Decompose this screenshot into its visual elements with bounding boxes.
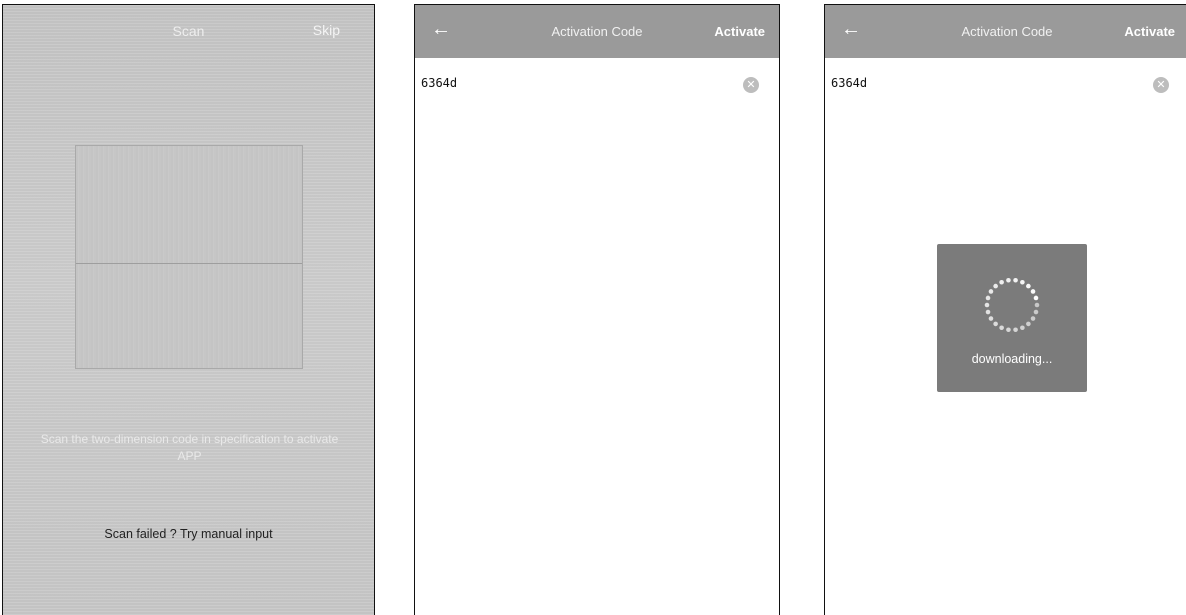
scan-hint-text: Scan the two-dimension code in specifica… (40, 432, 339, 463)
activation-code-input[interactable] (421, 76, 721, 90)
spinner-dot (993, 283, 998, 289)
spinner-dot (1006, 277, 1011, 283)
loading-text: downloading... (971, 352, 1053, 366)
spinner-dot (1034, 302, 1040, 308)
activation-header: ← Activation Code Activate (825, 5, 1186, 58)
spinner-dot (999, 325, 1004, 331)
spinner-dot (1026, 283, 1031, 289)
spinner-dot (984, 302, 990, 308)
spinner-dot (985, 295, 991, 301)
spinner-dot (988, 316, 994, 321)
spinner-dot (1020, 325, 1025, 331)
spinner-dot (1013, 327, 1018, 333)
spinner-dot (1006, 327, 1011, 333)
spinner-dot (1020, 279, 1025, 285)
activation-screen: ← Activation Code Activate ✕ (414, 4, 780, 615)
skip-button[interactable]: Skip (313, 22, 340, 38)
scan-line (76, 263, 302, 264)
spinner-dot (999, 279, 1004, 285)
loading-spinner-icon (984, 277, 1040, 333)
spinner-dot (993, 321, 998, 327)
scan-screen: Scan Skip Scan the two-dimension code in… (2, 4, 375, 615)
spinner-dot (1013, 277, 1018, 283)
clear-icon[interactable]: ✕ (743, 77, 759, 93)
spinner-dot (988, 289, 994, 294)
spinner-dot (1030, 316, 1036, 321)
activate-button[interactable]: Activate (1124, 24, 1175, 39)
downloading-dialog: downloading... (937, 244, 1087, 392)
scan-viewfinder (75, 145, 303, 369)
spinner-dot (1026, 321, 1031, 327)
activate-button[interactable]: Activate (714, 24, 765, 39)
manual-input-link[interactable]: Scan failed ? Try manual input (3, 527, 374, 541)
spinner-dot (1030, 289, 1036, 294)
spinner-dot (985, 309, 991, 315)
activation-header: ← Activation Code Activate (415, 5, 779, 58)
spinner-dot (1033, 295, 1039, 301)
activation-code-input[interactable] (831, 76, 1131, 90)
activation-loading-screen: ← Activation Code Activate ✕ downloading… (824, 4, 1186, 615)
spinner-dot (1033, 309, 1039, 315)
clear-icon[interactable]: ✕ (1153, 77, 1169, 93)
